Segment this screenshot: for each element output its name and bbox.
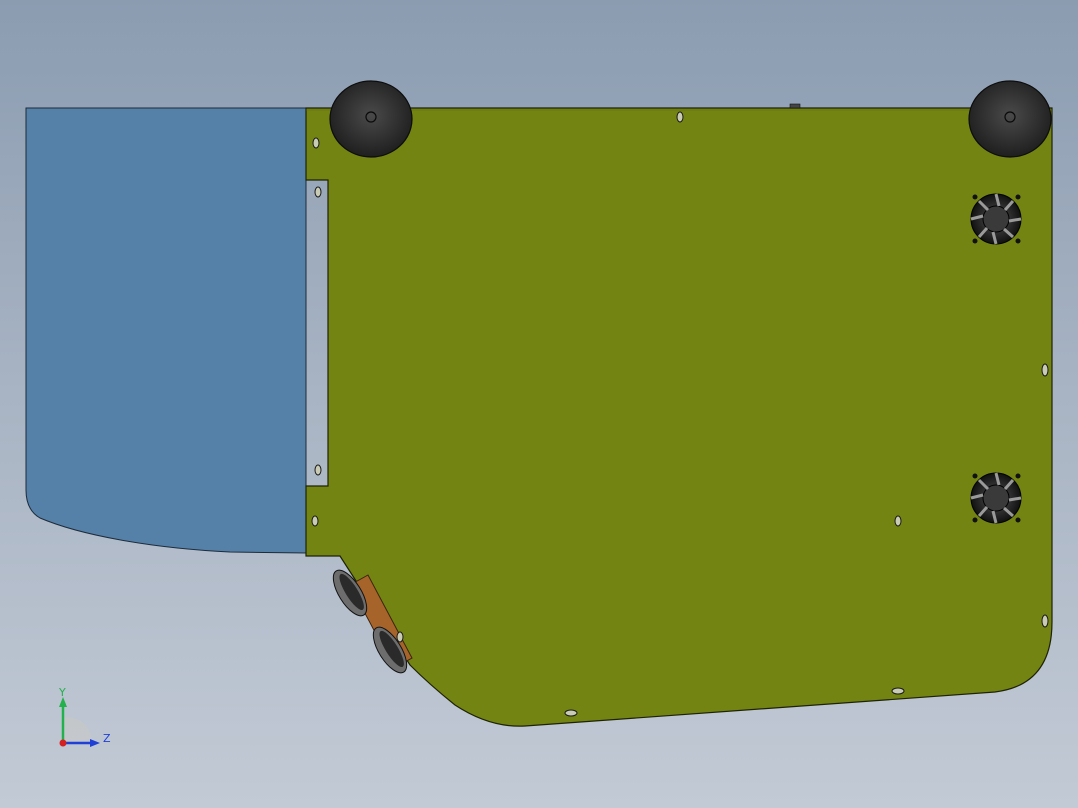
mounting-hole — [314, 186, 322, 198]
y-axis-label: Y — [59, 686, 66, 699]
drive-wheel-right[interactable] — [968, 80, 1052, 158]
mounting-hole — [891, 687, 905, 695]
mounting-hole — [676, 111, 684, 123]
mounting-hole — [564, 709, 578, 717]
mounting-hole — [396, 631, 404, 643]
main-base-plate[interactable] — [305, 107, 1053, 727]
mounting-hole — [894, 515, 902, 527]
axis-triad: Y Z — [50, 685, 120, 755]
cooling-fan-lower[interactable] — [970, 472, 1022, 524]
side-cover-panel[interactable] — [25, 107, 307, 554]
mounting-hole — [1041, 614, 1049, 628]
cad-viewport[interactable]: Y Z — [0, 0, 1078, 808]
top-edge-screw — [789, 103, 801, 109]
mounting-hole — [312, 137, 320, 149]
cad-model-view[interactable] — [0, 0, 1078, 808]
cooling-fan-upper[interactable] — [970, 193, 1022, 245]
drive-wheel-left[interactable] — [329, 80, 413, 158]
mounting-hole — [311, 515, 319, 527]
mounting-hole — [314, 464, 322, 476]
mounting-hole — [1041, 363, 1049, 377]
z-axis-label: Z — [103, 732, 111, 745]
